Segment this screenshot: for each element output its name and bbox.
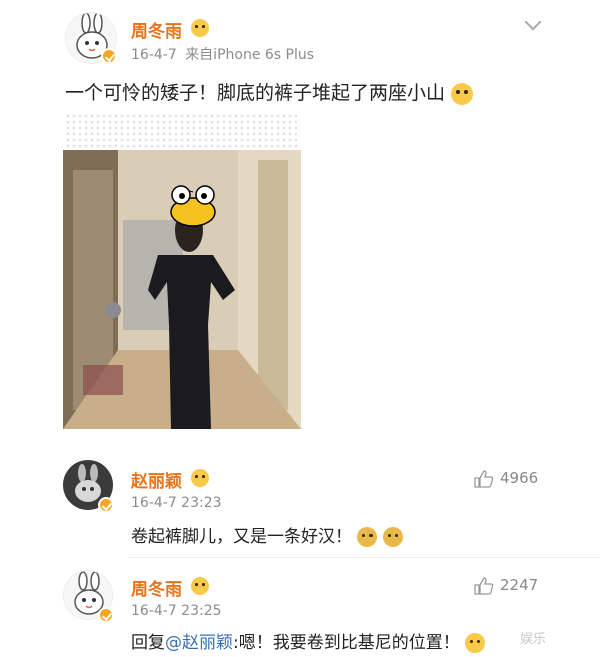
vip-emoji-icon bbox=[191, 469, 209, 487]
like-count: 4966 bbox=[500, 469, 539, 487]
photo-image bbox=[63, 150, 301, 429]
vip-emoji-icon bbox=[191, 19, 209, 37]
post-author-name[interactable]: 周冬雨 bbox=[131, 17, 182, 42]
post-text-content: 一个可怜的矮子！脚底的裤子堆起了两座小山 bbox=[65, 82, 446, 104]
post-meta: 16-4-7 来自iPhone 6s Plus bbox=[131, 44, 314, 64]
doge-emoji-icon bbox=[382, 527, 403, 547]
verified-badge-icon bbox=[101, 48, 117, 64]
comment-time: 16-4-7 23:23 bbox=[131, 495, 222, 511]
laugh-emoji-icon bbox=[465, 633, 486, 653]
comment-author-name[interactable]: 赵丽颖 bbox=[131, 467, 182, 492]
post-header: 周冬雨 16-4-7 来自iPhone 6s Plus bbox=[0, 0, 600, 70]
thumbs-up-icon[interactable] bbox=[474, 577, 494, 595]
photo-top-strip bbox=[65, 113, 301, 148]
comment-text: 回复@赵丽颖:嗯！我要卷到比基尼的位置！ bbox=[131, 628, 486, 653]
mention-link[interactable]: @赵丽颖 bbox=[165, 633, 233, 653]
post-photo[interactable] bbox=[63, 150, 301, 429]
like-count: 2247 bbox=[500, 576, 539, 594]
comment-text-content: 卷起裤脚儿，又是一条好汉！ bbox=[131, 527, 352, 547]
vip-emoji-icon bbox=[191, 577, 209, 595]
post-source: 来自iPhone 6s Plus bbox=[185, 47, 315, 63]
comment-1: 赵丽颖 16-4-7 23:23 4966 卷起裤脚儿，又是一条好汉！ bbox=[0, 455, 600, 555]
comment-2: 周冬雨 16-4-7 23:25 2247 回复@赵丽颖:嗯！我要卷到比基尼的位… bbox=[0, 565, 600, 657]
crying-emoji-icon bbox=[451, 82, 474, 105]
chevron-down-icon[interactable] bbox=[524, 13, 542, 31]
watermark: 娱乐 bbox=[520, 632, 547, 647]
reply-prefix: 回复 bbox=[131, 633, 165, 653]
comment-text: 卷起裤脚儿，又是一条好汉！ bbox=[131, 522, 403, 547]
comment-time: 16-4-7 23:25 bbox=[131, 603, 222, 619]
post-date: 16-4-7 bbox=[131, 47, 177, 63]
post-text: 一个可怜的矮子！脚底的裤子堆起了两座小山 bbox=[65, 78, 474, 105]
doge-emoji-icon bbox=[357, 527, 378, 547]
comment-divider bbox=[128, 557, 600, 558]
comment-author-name[interactable]: 周冬雨 bbox=[131, 575, 182, 600]
comment-text-content: :嗯！我要卷到比基尼的位置！ bbox=[233, 633, 460, 653]
verified-badge-icon bbox=[98, 497, 114, 513]
thumbs-up-icon[interactable] bbox=[474, 470, 494, 488]
verified-badge-icon bbox=[98, 607, 114, 623]
